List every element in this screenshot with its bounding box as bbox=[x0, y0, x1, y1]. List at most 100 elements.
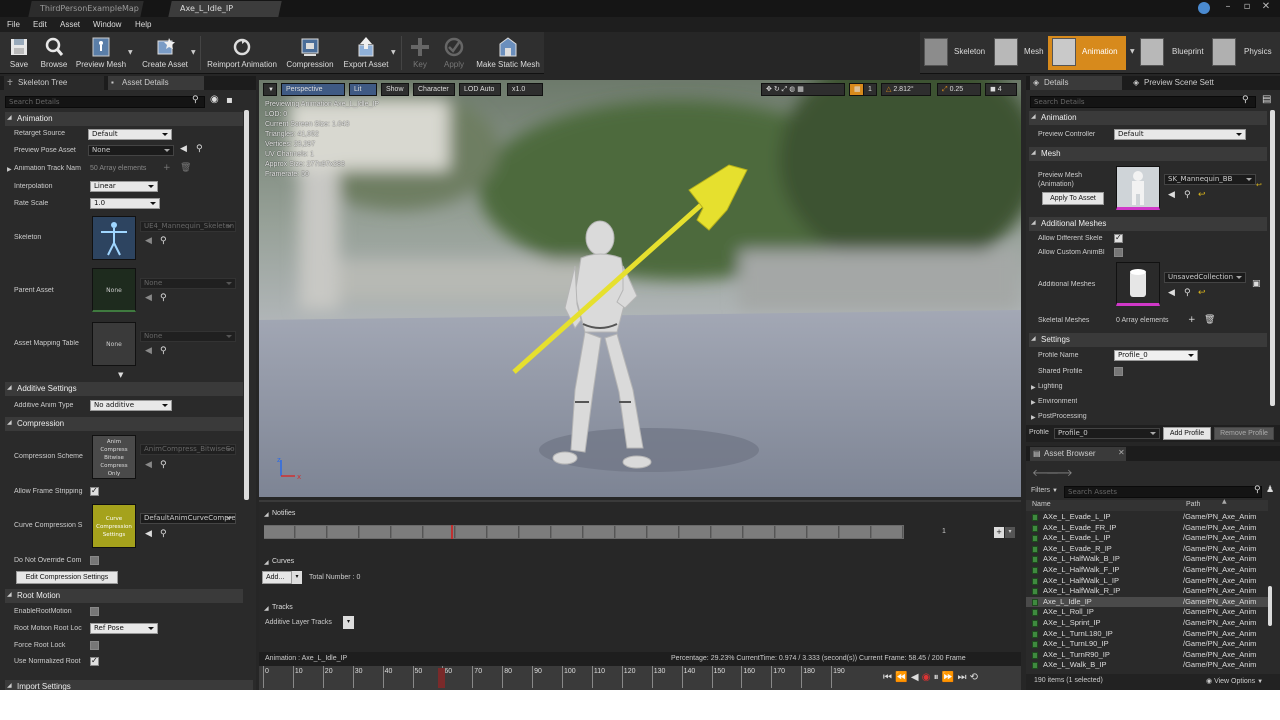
environment-section[interactable]: Environment bbox=[1038, 398, 1077, 405]
add-element-icon[interactable]: + bbox=[163, 163, 171, 173]
camera-speed[interactable]: ◼ 4 bbox=[985, 83, 1017, 96]
close-tab-icon[interactable]: ✕ bbox=[1118, 448, 1125, 457]
browse-asset-icon[interactable]: ⚲ bbox=[160, 346, 167, 356]
additive-layer-dropdown[interactable]: ▾ bbox=[343, 616, 354, 629]
close-icon[interactable]: ✕ bbox=[1258, 0, 1274, 14]
browse-asset-icon[interactable]: ⚲ bbox=[1184, 288, 1191, 298]
mode-blueprint[interactable]: Blueprint bbox=[1172, 36, 1204, 68]
maximize-icon[interactable]: ▫ bbox=[1239, 0, 1255, 14]
apply-button[interactable]: Apply bbox=[438, 34, 470, 72]
view-options-icon[interactable]: ▤ bbox=[1262, 94, 1271, 105]
enable-root-motion-checkbox[interactable] bbox=[90, 607, 99, 616]
asset-list-item[interactable]: AXe_L_Evade_L_IP/Game/PN_Axe_Anim bbox=[1026, 533, 1272, 544]
skip-to-start-icon[interactable]: ⏮ bbox=[883, 672, 892, 683]
make-static-mesh-button[interactable]: Make Static Mesh bbox=[474, 34, 542, 72]
asset-list-item[interactable]: AXe_L_TurnL90_IP/Game/PN_Axe_Anim bbox=[1026, 639, 1272, 650]
export-dropdown-icon[interactable]: ▼ bbox=[391, 49, 396, 56]
remove-profile-button[interactable]: Remove Profile bbox=[1214, 427, 1274, 440]
asset-list-item[interactable]: Axe_L_Idle_IP/Game/PN_Axe_Anim bbox=[1026, 596, 1272, 608]
tab-preview-scene[interactable]: ◈ Preview Scene Sett bbox=[1130, 76, 1238, 90]
save-collection-icon[interactable]: ▣ bbox=[1252, 279, 1261, 289]
preview-mesh-combo[interactable]: SK_Mannequin_BB bbox=[1164, 174, 1256, 185]
playback-speed-button[interactable]: x1.0 bbox=[507, 83, 543, 96]
asset-list-item[interactable]: AXe_L_Roll_IP/Game/PN_Axe_Anim bbox=[1026, 607, 1272, 618]
preview-mesh-button[interactable]: Preview Mesh bbox=[74, 34, 128, 72]
allow-frame-stripping-checkbox[interactable] bbox=[90, 486, 99, 496]
playhead[interactable] bbox=[437, 668, 445, 688]
step-back-icon[interactable]: ⏪ bbox=[895, 672, 907, 683]
asset-mapping-thumbnail[interactable]: None bbox=[92, 322, 136, 366]
compression-scheme-combo[interactable]: AnimCompress_BitwiseCo bbox=[140, 444, 236, 455]
compression-button[interactable]: Compression bbox=[284, 34, 336, 72]
expand-arrow-icon[interactable]: ▶ bbox=[1031, 414, 1036, 421]
additional-meshes-combo[interactable]: UnsavedCollection bbox=[1164, 272, 1246, 283]
asset-list-item[interactable]: AXe_L_TurnL180_IP/Game/PN_Axe_Anim bbox=[1026, 629, 1272, 640]
expand-arrow-icon[interactable]: ▶ bbox=[1031, 384, 1036, 391]
scale-snap[interactable]: ⤢ 0.25 bbox=[937, 83, 981, 96]
show-more-chevron-icon[interactable]: ▼ bbox=[118, 371, 123, 379]
do-not-override-checkbox[interactable] bbox=[90, 556, 99, 565]
parent-asset-thumbnail[interactable]: None bbox=[92, 268, 136, 312]
browse-asset-icon[interactable]: ⚲ bbox=[160, 236, 167, 246]
reset-icon[interactable]: ↩ bbox=[1198, 288, 1206, 298]
record-icon[interactable]: ◉ bbox=[922, 672, 931, 683]
reset-arrow-icon[interactable]: ↩ bbox=[1256, 181, 1262, 189]
scrollbar-thumb[interactable] bbox=[1270, 110, 1275, 406]
mode-mesh[interactable]: Mesh bbox=[1024, 36, 1044, 68]
mode-physics[interactable]: Physics bbox=[1244, 36, 1272, 68]
create-asset-button[interactable]: Create Asset bbox=[138, 34, 192, 72]
use-selected-arrow-icon[interactable]: ◀ bbox=[145, 529, 152, 539]
additional-meshes-thumbnail[interactable] bbox=[1116, 262, 1160, 306]
menu-edit[interactable]: Edit bbox=[33, 17, 47, 32]
preview-mesh-dropdown-icon[interactable]: ▼ bbox=[128, 49, 133, 56]
mode-animation-active[interactable]: Animation bbox=[1048, 36, 1126, 70]
show-button[interactable]: Show bbox=[381, 83, 409, 96]
tab-asset-details[interactable]: ▪ Asset Details bbox=[108, 76, 204, 90]
use-selected-arrow-icon[interactable]: ◀ bbox=[145, 346, 152, 356]
section-additive-settings[interactable]: Additive Settings bbox=[5, 382, 243, 396]
trash-icon[interactable]: 🗑 bbox=[1204, 315, 1215, 325]
lit-button[interactable]: Lit bbox=[349, 83, 377, 96]
mode-skeleton[interactable]: Skeleton bbox=[954, 36, 985, 68]
menu-asset[interactable]: Asset bbox=[60, 17, 80, 32]
apply-to-asset-button[interactable]: Apply To Asset bbox=[1042, 192, 1104, 205]
asset-list-scrollbar[interactable] bbox=[1268, 586, 1272, 626]
browse-asset-icon[interactable]: ⚲ bbox=[1184, 190, 1191, 200]
play-reverse-icon[interactable]: ◀ bbox=[911, 672, 919, 683]
tab-details[interactable]: ◈ Details bbox=[1030, 76, 1122, 90]
asset-list-item[interactable]: AXe_L_Evade_R_IP/Game/PN_Axe_Anim bbox=[1026, 544, 1272, 555]
force-root-lock-checkbox[interactable] bbox=[90, 641, 99, 650]
lock-icon[interactable]: ▪ bbox=[226, 95, 233, 106]
key-button[interactable]: Key bbox=[406, 34, 434, 72]
browse-asset-icon[interactable]: ⚲ bbox=[196, 144, 203, 154]
scrollbar-thumb[interactable] bbox=[244, 110, 249, 500]
root-motion-lock-combo[interactable]: Ref Pose bbox=[90, 623, 158, 634]
asset-list-item[interactable]: AXe_L_HalfWalk_L_IP/Game/PN_Axe_Anim bbox=[1026, 576, 1272, 587]
compression-scheme-thumbnail[interactable]: Anim Compress Bitwise Compress Only bbox=[92, 435, 136, 479]
use-selected-arrow-icon[interactable]: ◀ bbox=[180, 144, 187, 154]
profile-combo[interactable]: Profile_0 bbox=[1054, 428, 1160, 439]
add-element-icon[interactable]: + bbox=[1188, 315, 1196, 325]
section-root-motion[interactable]: Root Motion bbox=[5, 589, 243, 603]
viewport[interactable]: ▼ Perspective Lit Show Character LOD Aut… bbox=[259, 80, 1021, 497]
use-selected-arrow-icon[interactable]: ◀ bbox=[1168, 288, 1175, 298]
edit-compression-settings-button[interactable]: Edit Compression Settings bbox=[16, 571, 118, 584]
skeleton-thumbnail[interactable] bbox=[92, 216, 136, 260]
retarget-source-combo[interactable]: Default bbox=[88, 129, 172, 140]
tab-skeleton-tree[interactable]: ☥ Skeleton Tree bbox=[4, 76, 104, 90]
use-selected-arrow-icon[interactable]: ◀ bbox=[1168, 190, 1175, 200]
tab-map[interactable]: ThirdPersonExampleMap bbox=[28, 1, 144, 17]
interpolation-combo[interactable]: Linear bbox=[90, 181, 158, 192]
column-path-header[interactable]: Path bbox=[1186, 501, 1200, 508]
mode-dropdown-icon[interactable]: ▼ bbox=[1130, 48, 1135, 55]
menu-window[interactable]: Window bbox=[93, 17, 121, 32]
step-forward-icon[interactable]: ⏩ bbox=[942, 672, 954, 683]
allow-custom-anim-checkbox[interactable] bbox=[1114, 248, 1123, 257]
export-asset-button[interactable]: Export Asset bbox=[340, 34, 392, 72]
expand-arrow-icon[interactable]: ▶ bbox=[1031, 399, 1036, 406]
skeleton-combo[interactable]: UE4_Mannequin_Skeleton bbox=[140, 221, 236, 232]
parent-asset-combo[interactable]: None bbox=[140, 278, 236, 289]
section-compression[interactable]: Compression bbox=[5, 417, 243, 431]
profile-name-input[interactable]: Profile_0 bbox=[1114, 350, 1198, 361]
viewport-options-dropdown[interactable]: ▼ bbox=[263, 83, 277, 96]
